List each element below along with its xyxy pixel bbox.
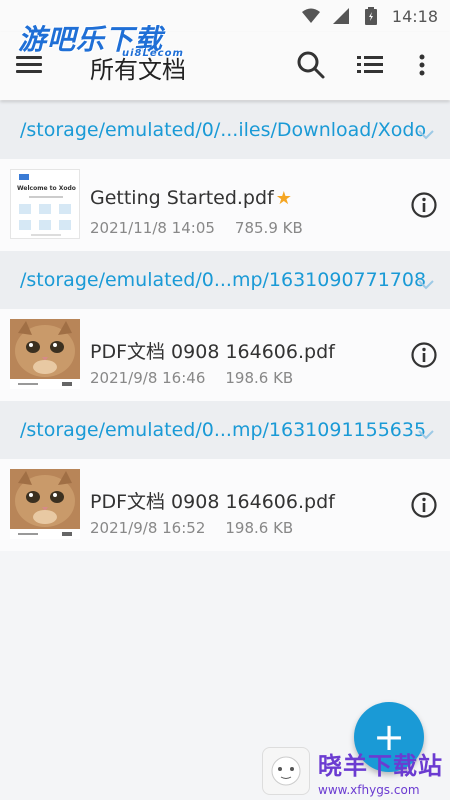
cat-thumbnail bbox=[10, 469, 80, 539]
signal-icon bbox=[332, 7, 350, 25]
thumbnail-title: Welcome to Xodo bbox=[17, 185, 76, 192]
cat-thumbnail bbox=[10, 319, 80, 389]
chevron-down-icon[interactable] bbox=[418, 423, 434, 440]
wifi-icon bbox=[301, 7, 320, 25]
chevron-down-icon[interactable] bbox=[418, 273, 434, 290]
file-size: 198.6 KB bbox=[225, 369, 294, 387]
file-meta: 2021/11/8 14:05 785.9 KB bbox=[90, 219, 303, 237]
file-name: PDF文档 0908 164606.pdf bbox=[90, 491, 335, 513]
battery-icon bbox=[362, 7, 380, 25]
info-icon[interactable] bbox=[410, 341, 438, 369]
file-name: Getting Started.pdf ★ bbox=[90, 187, 292, 209]
file-meta: 2021/9/8 16:52 198.6 KB bbox=[90, 519, 293, 537]
document-thumbnail: Welcome to Xodo bbox=[10, 169, 80, 239]
file-date: 2021/11/8 14:05 bbox=[90, 219, 215, 237]
star-icon[interactable]: ★ bbox=[276, 188, 292, 209]
folder-group-header[interactable]: /storage/emulated/0/...iles/Download/Xod… bbox=[0, 101, 450, 159]
folder-group-header[interactable]: /storage/emulated/0...mp/1631091155635 bbox=[0, 401, 450, 459]
chevron-down-icon[interactable] bbox=[418, 123, 434, 140]
folder-path: /storage/emulated/0...mp/1631090771708 bbox=[20, 269, 427, 291]
list-view-icon[interactable] bbox=[355, 50, 385, 80]
info-icon[interactable] bbox=[410, 191, 438, 219]
search-icon[interactable] bbox=[296, 50, 326, 80]
file-row[interactable]: PDF文档 0908 164606.pdf 2021/9/8 16:52 198.… bbox=[0, 459, 450, 551]
watermark-logo-bottom: 晓羊下载站 www.xfhygs.com bbox=[262, 742, 450, 800]
file-name-text: Getting Started.pdf bbox=[90, 187, 274, 209]
watermark-logo-top: 游吧乐下载 ui8Lecom bbox=[18, 18, 183, 59]
folder-path: /storage/emulated/0/...iles/Download/Xod… bbox=[20, 119, 427, 141]
file-name: PDF文档 0908 164606.pdf bbox=[90, 341, 335, 363]
file-row[interactable]: Welcome to Xodo Getting Started.pdf ★ 202… bbox=[0, 159, 450, 251]
more-options-icon[interactable] bbox=[412, 50, 432, 80]
watermark-bottom-url: www.xfhygs.com bbox=[318, 782, 420, 797]
file-row[interactable]: PDF文档 0908 164606.pdf 2021/9/8 16:46 198.… bbox=[0, 309, 450, 401]
folder-path: /storage/emulated/0...mp/1631091155635 bbox=[20, 419, 427, 441]
folder-group-header[interactable]: /storage/emulated/0...mp/1631090771708 bbox=[0, 251, 450, 309]
file-size: 198.6 KB bbox=[225, 519, 294, 537]
file-size: 785.9 KB bbox=[234, 219, 303, 237]
file-date: 2021/9/8 16:52 bbox=[90, 519, 206, 537]
file-meta: 2021/9/8 16:46 198.6 KB bbox=[90, 369, 293, 387]
sheep-logo-icon bbox=[262, 747, 310, 795]
status-time: 14:18 bbox=[391, 6, 438, 26]
file-date: 2021/9/8 16:46 bbox=[90, 369, 206, 387]
watermark-top-sub: ui8Lecom bbox=[122, 48, 184, 59]
watermark-bottom-title: 晓羊下载站 bbox=[318, 751, 443, 780]
info-icon[interactable] bbox=[410, 491, 438, 519]
